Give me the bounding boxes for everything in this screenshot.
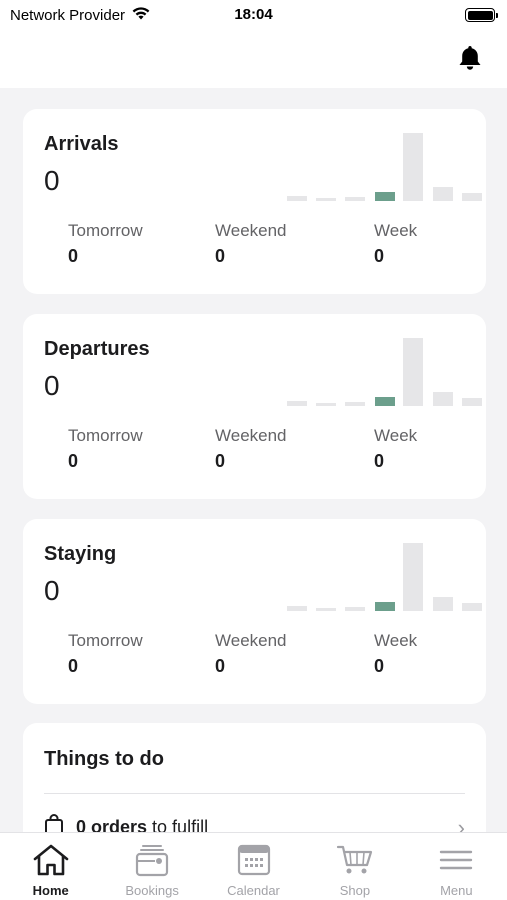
chart-bar bbox=[345, 607, 365, 611]
bookings-icon bbox=[132, 843, 172, 877]
stat-weekend: Weekend 0 bbox=[215, 631, 287, 677]
app-header bbox=[0, 32, 507, 88]
tab-menu-label: Menu bbox=[440, 883, 473, 898]
stat-value: 0 bbox=[215, 451, 226, 471]
stat-label: Week bbox=[374, 631, 418, 650]
cart-icon bbox=[335, 843, 375, 877]
tab-bookings-label: Bookings bbox=[125, 883, 179, 898]
chart-bar-today bbox=[375, 602, 395, 611]
stat-label: Weekend bbox=[215, 631, 287, 650]
summary-card-departures[interactable]: Departures 0 Tomorrow 0 Weekend 0 Week 0 bbox=[23, 314, 486, 499]
chart-bar bbox=[433, 392, 453, 406]
tab-menu[interactable]: Menu bbox=[406, 833, 507, 900]
card-title: Staying bbox=[44, 543, 117, 565]
card-title: Arrivals bbox=[44, 133, 119, 155]
tab-bar: Home Bookings Calendar Shop Menu bbox=[0, 832, 507, 900]
card-count: 0 bbox=[44, 370, 60, 401]
chart-bar bbox=[287, 401, 307, 406]
stat-label: Tomorrow bbox=[68, 221, 143, 240]
card-title: Departures bbox=[44, 338, 150, 360]
tab-home-label: Home bbox=[32, 883, 69, 898]
chart-bar bbox=[316, 403, 336, 406]
tab-shop-label: Shop bbox=[339, 883, 371, 898]
screen: Network Provider 18:04 Arrivals 0 Tomorrow… bbox=[0, 0, 507, 900]
tab-bookings[interactable]: Bookings bbox=[101, 833, 202, 900]
chart-bar bbox=[316, 198, 336, 201]
stat-value: 0 bbox=[68, 451, 79, 471]
stat-value: 0 bbox=[215, 246, 226, 266]
bell-icon[interactable] bbox=[455, 42, 485, 74]
chart-bar bbox=[462, 193, 482, 201]
stat-value: 0 bbox=[215, 656, 226, 676]
stat-weekend: Weekend 0 bbox=[215, 426, 287, 472]
stat-value: 0 bbox=[68, 656, 79, 676]
calendar-icon bbox=[234, 843, 274, 877]
chart-bar bbox=[433, 187, 453, 201]
status-time: 18:04 bbox=[234, 6, 273, 23]
summary-card-staying[interactable]: Staying 0 Tomorrow 0 Weekend 0 Week 0 bbox=[23, 519, 486, 704]
stat-label: Week bbox=[374, 221, 418, 240]
chart-bar-today bbox=[375, 192, 395, 201]
stat-label: Tomorrow bbox=[68, 631, 143, 650]
todo-divider bbox=[44, 793, 465, 794]
chart-bar bbox=[403, 338, 423, 406]
stat-weekend: Weekend 0 bbox=[215, 221, 287, 267]
stat-label: Tomorrow bbox=[68, 426, 143, 445]
chart-bar bbox=[287, 606, 307, 611]
chart-bar bbox=[345, 402, 365, 406]
tab-calendar-label: Calendar bbox=[227, 883, 280, 898]
mini-bar-chart bbox=[263, 129, 482, 201]
card-count: 0 bbox=[44, 575, 60, 606]
tab-calendar[interactable]: Calendar bbox=[203, 833, 304, 900]
stat-label: Weekend bbox=[215, 426, 287, 445]
mini-bar-chart bbox=[263, 334, 482, 406]
stat-value: 0 bbox=[374, 451, 385, 471]
stat-value: 0 bbox=[68, 246, 79, 266]
stat-week: Week 0 bbox=[374, 631, 417, 677]
home-icon bbox=[31, 843, 71, 877]
todo-title: Things to do bbox=[44, 748, 164, 770]
menu-icon bbox=[436, 843, 476, 877]
battery-icon bbox=[465, 8, 498, 22]
chart-bar bbox=[462, 603, 482, 611]
stat-week: Week 0 bbox=[374, 221, 417, 267]
stat-tomorrow: Tomorrow 0 bbox=[68, 631, 143, 677]
mini-bar-chart bbox=[263, 539, 482, 611]
stat-tomorrow: Tomorrow 0 bbox=[68, 221, 143, 267]
card-count: 0 bbox=[44, 165, 60, 196]
status-bar: Network Provider 18:04 bbox=[0, 0, 507, 32]
chart-bar bbox=[287, 196, 307, 201]
chart-bar bbox=[403, 543, 423, 611]
chart-bar-today bbox=[375, 397, 395, 406]
stat-label: Week bbox=[374, 426, 418, 445]
chart-bar bbox=[462, 398, 482, 406]
tab-home[interactable]: Home bbox=[0, 833, 101, 900]
stat-value: 0 bbox=[374, 246, 385, 266]
chart-bar bbox=[345, 197, 365, 201]
chart-bar bbox=[316, 608, 336, 611]
chart-bar bbox=[403, 133, 423, 201]
stat-value: 0 bbox=[374, 656, 385, 676]
stat-tomorrow: Tomorrow 0 bbox=[68, 426, 143, 472]
chart-bar bbox=[433, 597, 453, 611]
stat-week: Week 0 bbox=[374, 426, 417, 472]
tab-shop[interactable]: Shop bbox=[304, 833, 405, 900]
stat-label: Weekend bbox=[215, 221, 287, 240]
summary-card-arrivals[interactable]: Arrivals 0 Tomorrow 0 Weekend 0 Week 0 bbox=[23, 109, 486, 294]
